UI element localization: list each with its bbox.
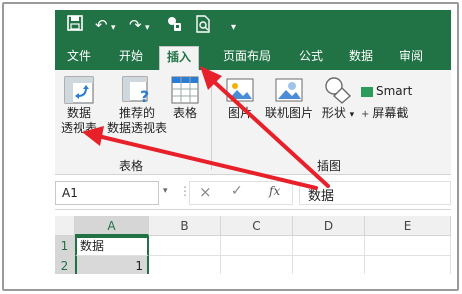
ribbon-tabs: 文件 开始 插入 页面布局 公式 数据 审阅 <box>55 42 451 70</box>
tab-insert[interactable]: 插入 <box>159 46 200 70</box>
name-box-dropdown-icon[interactable]: ▾ <box>163 186 168 196</box>
tab-page-layout[interactable]: 页面布局 <box>223 48 271 64</box>
insert-function-icon[interactable]: fx <box>269 184 280 198</box>
shapes-label: 形状 ▾ <box>321 106 355 120</box>
excel-window: ↶ ▾ ↷ ▾ ▾ 文件 开始 插入 页面布局 公式 数据 审阅 数据 透视表 <box>55 10 451 274</box>
tab-file[interactable]: 文件 <box>67 48 91 64</box>
shapes-button[interactable]: 形状 ▾ <box>321 76 355 123</box>
column-header-b[interactable]: B <box>149 216 221 236</box>
ribbon-separator-1 <box>211 76 212 170</box>
column-header-c[interactable]: C <box>221 216 293 236</box>
undo-icon[interactable]: ↶ <box>95 15 108 35</box>
formula-bar: A1 ▾ ⋮ × ✓ fx 数据 <box>55 176 451 210</box>
table-label: 表格 <box>172 106 197 120</box>
picture-icon <box>226 76 254 104</box>
cell-d2[interactable] <box>293 256 365 274</box>
tab-formulas[interactable]: 公式 <box>299 48 323 64</box>
pivot-table-label-2: 透视表 <box>60 121 97 135</box>
table-icon <box>171 76 199 104</box>
screenshot-button[interactable]: + 屏幕截 <box>361 106 451 122</box>
formula-input[interactable]: 数据 <box>299 181 451 205</box>
shapes-icon <box>324 76 352 104</box>
shapes-dropdown-icon: ▾ <box>349 110 355 120</box>
cell-c1[interactable] <box>221 236 293 256</box>
cell-c2[interactable] <box>221 256 293 274</box>
group-tables-label: 表格 <box>119 159 144 173</box>
cell-a1[interactable]: 数据 <box>75 236 149 256</box>
online-picture-icon <box>275 76 303 104</box>
smartart-button[interactable]: Smart <box>361 84 451 99</box>
recommended-pivot-icon: ? <box>122 76 152 106</box>
row-header-2[interactable]: 2 <box>55 256 75 274</box>
worksheet-grid: A B C D E 1 2 数据 1 <box>55 216 451 274</box>
cell-e1[interactable] <box>365 236 451 256</box>
confirm-entry-icon[interactable]: ✓ <box>231 183 243 199</box>
online-picture-label: 联机图片 <box>264 106 313 120</box>
save-icon[interactable] <box>67 15 83 36</box>
tab-data[interactable]: 数据 <box>349 48 373 64</box>
touch-mode-icon[interactable] <box>165 15 183 38</box>
cell-e2[interactable] <box>365 256 451 274</box>
recommended-pivot-button[interactable]: ? 推荐的 数据透视表 <box>105 76 169 136</box>
ribbon-insert: 数据 透视表 ? 推荐的 数据透视表 表格 表格 图片 联机图片 形状 ▾ Sm… <box>55 70 451 175</box>
cell-a2[interactable]: 1 <box>75 256 149 274</box>
picture-button[interactable]: 图片 <box>223 76 257 121</box>
print-preview-icon[interactable] <box>195 15 211 38</box>
online-picture-button[interactable]: 联机图片 <box>261 76 317 121</box>
name-box[interactable]: A1 <box>55 181 159 205</box>
cell-b1[interactable] <box>149 236 221 256</box>
pivot-table-button[interactable]: 数据 透视表 <box>59 76 99 136</box>
cell-b2[interactable] <box>149 256 221 274</box>
select-all-corner[interactable] <box>55 216 75 236</box>
recommended-pivot-label-1: 推荐的 <box>118 106 155 120</box>
customize-qat-icon[interactable]: ▾ <box>231 18 236 38</box>
recommended-pivot-label-2: 数据透视表 <box>106 121 167 135</box>
undo-dropdown-icon[interactable]: ▾ <box>111 18 116 38</box>
pivot-table-label-1: 数据 <box>66 106 91 120</box>
smartart-icon <box>361 86 373 97</box>
screenshot-icon: + <box>361 109 370 120</box>
cancel-entry-icon[interactable]: × <box>199 183 212 201</box>
cell-d1[interactable] <box>293 236 365 256</box>
column-header-a[interactable]: A <box>75 216 149 236</box>
quick-access-toolbar: ↶ ▾ ↷ ▾ ▾ <box>55 10 451 42</box>
tab-review[interactable]: 审阅 <box>399 48 423 64</box>
row-header-1[interactable]: 1 <box>55 236 75 256</box>
redo-dropdown-icon[interactable]: ▾ <box>145 18 150 38</box>
picture-label: 图片 <box>227 106 252 120</box>
tab-home[interactable]: 开始 <box>119 48 143 64</box>
redo-icon[interactable]: ↷ <box>129 15 142 35</box>
group-illustrations-label: 插图 <box>317 159 342 173</box>
svg-text:?: ? <box>140 87 149 104</box>
pivot-table-icon <box>64 76 94 104</box>
table-button[interactable]: 表格 <box>167 76 203 121</box>
column-header-e[interactable]: E <box>365 216 451 236</box>
column-header-d[interactable]: D <box>293 216 365 236</box>
